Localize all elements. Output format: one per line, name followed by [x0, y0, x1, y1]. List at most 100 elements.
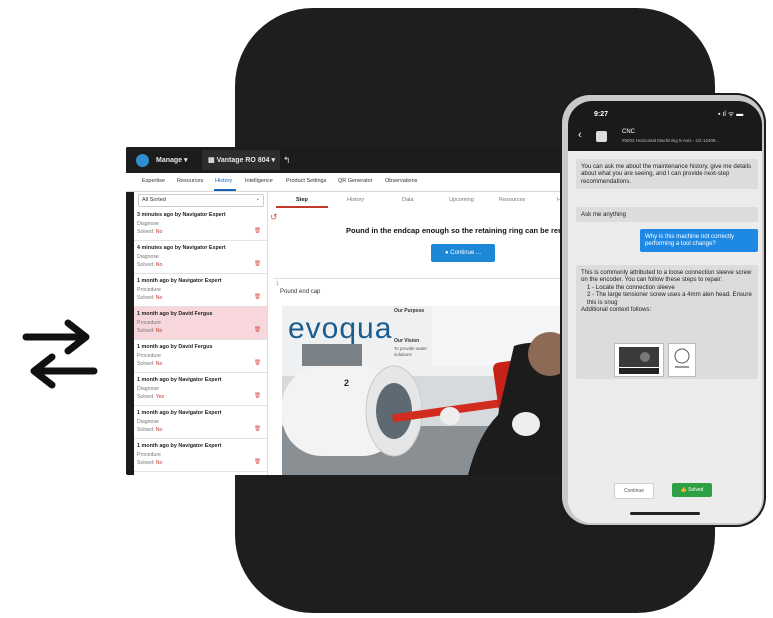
item-category: Procedure [137, 452, 161, 458]
banner-vision: Our Vision [394, 338, 420, 344]
manage-menu[interactable]: Manage ▾ [156, 156, 188, 164]
answer-footer: Additional context follows: [581, 306, 652, 314]
step-title: Pound end cap [280, 289, 321, 295]
item-title: 1 month ago by Navigator Expert [137, 278, 222, 284]
history-list-item[interactable]: 3 minutes ago by Navigator Expert Diagnos… [134, 208, 267, 241]
item-category: Diagnose [137, 254, 159, 260]
phone-bezel: 9:27 ▪ ıl ᯤ ▬ ‹ CNC #5002 Horizontal Mac… [562, 95, 764, 525]
delete-icon[interactable]: 🗑 [254, 426, 261, 432]
item-result: Solved: No [137, 295, 163, 301]
active-tab-indicator [214, 189, 236, 191]
context-document-icon[interactable] [668, 343, 696, 377]
continue-button[interactable]: ● Continue ... [431, 244, 495, 262]
delete-icon[interactable]: 🗑 [254, 393, 261, 399]
item-category: Procedure [137, 353, 161, 359]
history-list-item[interactable]: 1 month ago by Navigator Expert Diagnose S… [134, 373, 267, 406]
item-result: Solved: No [137, 460, 163, 466]
tab-history[interactable]: History [215, 178, 232, 184]
user-message: Why is this machine not correctly perfor… [640, 229, 758, 252]
item-category: Diagnose [137, 386, 159, 392]
banner-line-1: To provide water [394, 346, 428, 351]
app-logo-icon [136, 154, 149, 167]
top-bar: Manage ▾ ▦ Vantage RO 804 ▾ ↰ [126, 147, 578, 173]
tab-product-settings[interactable]: Product Settings [286, 178, 326, 184]
item-result: Solved: No [137, 229, 163, 235]
delete-icon[interactable]: 🗑 [254, 327, 261, 333]
banner-line-2: solutions [394, 352, 412, 357]
item-category: Diagnose [137, 221, 159, 227]
delete-icon[interactable]: 🗑 [254, 459, 261, 465]
delete-icon[interactable]: 🗑 [254, 294, 261, 300]
answer-step-2: 2 - The large tensioner screw uses a 4mm… [587, 291, 752, 306]
swap-arrows-icon [22, 319, 98, 389]
delete-icon[interactable]: 🗑 [254, 360, 261, 366]
chat-icon: ● [445, 250, 449, 256]
item-title: 1 month ago by David Fergus [137, 311, 213, 317]
history-list-item[interactable]: 1 month ago by David Fergus Procedure Solv… [134, 340, 267, 373]
delete-icon[interactable]: 🗑 [254, 261, 261, 267]
phone-device: 9:27 ▪ ıl ᯤ ▬ ‹ CNC #5002 Horizontal Mac… [560, 93, 766, 527]
item-title: 1 month ago by Navigator Expert [137, 377, 222, 383]
delete-icon[interactable]: 🗑 [254, 228, 261, 234]
active-subtab-indicator [276, 206, 328, 208]
history-list: All Sorted ⌄ 3 minutes ago by Navigator E… [134, 192, 268, 475]
tab-qr-generator[interactable]: QR Generator [338, 178, 373, 184]
home-indicator [630, 512, 700, 515]
desktop-app-window: Manage ▾ ▦ Vantage RO 804 ▾ ↰ Expertise … [126, 147, 578, 475]
banner-title: Our Purpose [394, 308, 425, 314]
thumbs-up-icon: 👍 [680, 487, 687, 493]
chat-subtitle: #5002 Horizontal Machining 5-Axis - s/2-… [622, 138, 720, 143]
item-result: Solved: No [137, 328, 163, 334]
subtab-data[interactable]: Data [402, 197, 414, 203]
chat-title: CNC [622, 129, 635, 135]
subtab-upcoming[interactable]: Upcoming [449, 197, 474, 203]
item-category: Procedure [137, 287, 161, 293]
solved-button[interactable]: 👍 Solved [672, 483, 712, 497]
item-result: Solved: Yes [137, 394, 165, 400]
item-title: 3 minutes ago by Navigator Expert [137, 212, 226, 218]
item-title: 4 minutes ago by Navigator Expert [137, 245, 226, 251]
item-title: 1 month ago by Navigator Expert [137, 443, 222, 449]
step-instruction: Pound in the endcap enough so the retain… [346, 226, 570, 235]
bot-answer-message: This is commonly attributed to a loose c… [576, 265, 758, 379]
pipe-number-label: 2 [344, 378, 350, 388]
signal-wifi-battery-icon: ▪ ıl ᯤ ▬ [718, 111, 744, 118]
chat-header: 9:27 ▪ ıl ᯤ ▬ ‹ CNC #5002 Horizontal Mac… [568, 101, 762, 151]
chevron-down-icon: ⌄ [255, 196, 260, 202]
tab-expertise[interactable]: Expertise [142, 178, 165, 184]
history-list-item[interactable]: 4 minutes ago by Navigator Expert Diagnos… [134, 241, 267, 274]
tab-intelligence[interactable]: Intelligence [245, 178, 273, 184]
history-list-item[interactable]: 1 month ago by David Fergus Procedure Solv… [134, 307, 267, 340]
status-time: 9:27 [594, 111, 609, 118]
history-list-item[interactable]: 1 month ago by Navigator Expert Procedure… [134, 274, 267, 307]
back-arrow-icon[interactable]: ↰ [283, 155, 291, 166]
machine-avatar [596, 131, 607, 142]
history-list-item[interactable]: 1 month ago by Navigator Expert Procedure… [134, 439, 267, 472]
tab-resources[interactable]: Resources [177, 178, 203, 184]
brand-logo-text: evoqua [288, 312, 393, 345]
back-chevron-icon[interactable]: ‹ [578, 129, 582, 141]
bot-message: Ask me anything [576, 207, 758, 223]
history-list-item[interactable]: 1 month ago by Navigator Expert Diagnose S… [134, 406, 267, 439]
item-category: Procedure [137, 320, 161, 326]
continue-button[interactable]: Continue [614, 483, 654, 499]
main-tabs: Expertise Resources History Intelligence… [126, 173, 578, 192]
undo-icon[interactable]: ↺ [270, 212, 278, 223]
answer-step-1: 1 - Locate the connection sleeve [587, 283, 675, 291]
item-result: Solved: No [137, 427, 163, 433]
item-result: Solved: No [137, 361, 163, 367]
subtab-history[interactable]: History [347, 197, 364, 203]
item-category: Diagnose [137, 419, 159, 425]
machine-selector[interactable]: ▦ Vantage RO 804 ▾ [202, 150, 280, 170]
action-bar: Continue 👍 Solved [568, 483, 762, 513]
item-title: 1 month ago by David Fergus [137, 344, 213, 350]
subtab-resources[interactable]: Resources [499, 197, 525, 203]
context-thumbnail[interactable] [614, 343, 664, 377]
step-photo: evoqua Our Purpose Our Vision To provide… [282, 306, 578, 475]
tab-observations[interactable]: Observations [385, 178, 417, 184]
subtab-step[interactable]: Step [296, 197, 308, 203]
bot-message: You can ask me about the maintenance his… [576, 159, 758, 190]
item-title: 1 month ago by Navigator Expert [137, 410, 222, 416]
history-filter-select[interactable]: All Sorted ⌄ [138, 194, 264, 207]
item-result: Solved: No [137, 262, 163, 268]
